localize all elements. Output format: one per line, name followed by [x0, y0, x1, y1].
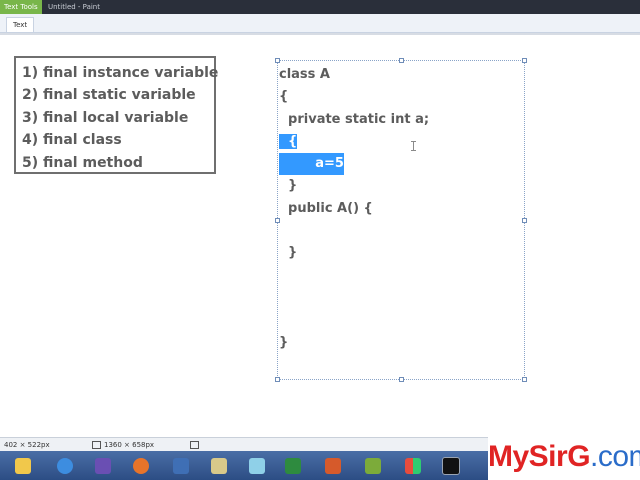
internet-explorer-icon[interactable] — [48, 454, 82, 477]
resize-handle[interactable] — [399, 377, 404, 382]
camtasia-icon[interactable] — [356, 454, 390, 477]
code-line: class A — [279, 67, 330, 82]
list-item: 3) final local variable — [22, 109, 189, 126]
code-line: } — [279, 334, 289, 350]
resize-handle[interactable] — [522, 218, 527, 223]
image-size: 1360 × 658px — [92, 438, 154, 452]
resize-handle[interactable] — [399, 58, 404, 63]
ribbon: Text — [0, 14, 640, 33]
list-item: 2) final static variable — [22, 87, 196, 104]
command-prompt-icon[interactable] — [434, 454, 468, 477]
visual-studio-icon[interactable] — [86, 454, 120, 477]
windows-explorer-icon[interactable] — [6, 454, 40, 477]
code-line-selected: { — [279, 133, 298, 149]
firefox-icon[interactable] — [124, 454, 158, 477]
code-line: { — [279, 89, 289, 105]
virtual-pc-icon[interactable] — [240, 454, 274, 477]
code-text[interactable]: class A { private static int a; { a=5; }… — [279, 64, 519, 354]
code-line-selected: a=5; — [279, 153, 519, 176]
code-line: } — [279, 245, 298, 261]
resize-handle[interactable] — [275, 377, 280, 382]
final-uses-list: 1) final instance variable 2) final stat… — [14, 56, 219, 174]
paint-icon[interactable] — [202, 454, 236, 477]
code-line: private static int a; — [279, 111, 430, 127]
image-size-icon — [92, 441, 101, 449]
selection-size: 402 × 522px — [4, 441, 50, 449]
text-tools-context-tab[interactable]: Text Tools — [0, 0, 42, 14]
list-item: 4) final class — [22, 132, 122, 149]
resize-handle[interactable] — [522, 58, 527, 63]
mysirg-logo: MySirG.com — [488, 435, 640, 480]
list-item: 1) final instance variable — [22, 65, 219, 81]
powerpoint-icon[interactable] — [316, 454, 350, 477]
resize-handle[interactable] — [275, 58, 280, 63]
code-line: public A() { — [279, 200, 373, 216]
text-cursor-icon — [411, 141, 416, 151]
media-player-icon[interactable] — [164, 454, 198, 477]
list-item: 5) final method — [22, 154, 143, 171]
code-line: } — [279, 178, 298, 194]
save-status-icon — [190, 438, 202, 452]
excel-icon[interactable] — [276, 454, 310, 477]
control-panel-icon[interactable] — [396, 454, 430, 477]
tab-text[interactable]: Text — [6, 17, 35, 32]
resize-handle[interactable] — [522, 377, 527, 382]
document-title: Untitled - Paint — [48, 3, 100, 11]
title-bar: Text Tools Untitled - Paint — [0, 0, 640, 14]
